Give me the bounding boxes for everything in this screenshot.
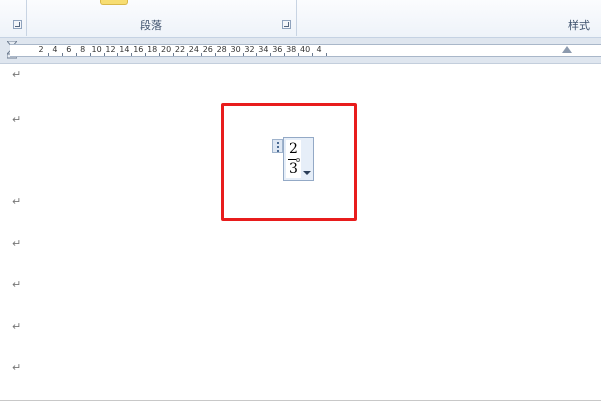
paragraph-mark: ↵ bbox=[12, 278, 22, 291]
ruler-number: 20 bbox=[161, 45, 172, 54]
page-bottom-border bbox=[0, 400, 601, 401]
ruler-tick bbox=[61, 53, 63, 56]
dialog-launcher-icon[interactable] bbox=[13, 20, 22, 29]
ruler-number: 24 bbox=[188, 45, 199, 54]
ruler-tick bbox=[242, 53, 244, 56]
right-indent-marker-icon[interactable] bbox=[562, 46, 572, 53]
paragraph-mark: ↵ bbox=[12, 113, 22, 126]
horizontal-ruler-bar: 2 4 6 8 10 12 14 16 18 20 22 24 26 28 30 32 34 36 38 40 4 bbox=[0, 38, 601, 64]
ruler-tick bbox=[228, 53, 230, 56]
ruler-tick bbox=[75, 53, 77, 56]
ruler-number: 34 bbox=[258, 45, 269, 54]
paragraph-mark: ↵ bbox=[12, 237, 22, 250]
ruler-tick bbox=[47, 53, 49, 56]
ruler-tick bbox=[186, 53, 188, 56]
ruler-number: 32 bbox=[244, 45, 255, 54]
ruler-tick bbox=[325, 53, 327, 56]
ruler-number: 4 bbox=[52, 45, 58, 54]
ruler-tick bbox=[312, 53, 314, 56]
ruler-tick bbox=[159, 53, 161, 56]
paragraph-group-label: 段落 bbox=[140, 19, 162, 32]
ruler-tick bbox=[117, 53, 119, 56]
styles-group-label: 样式 bbox=[568, 19, 590, 32]
ruler-tick bbox=[270, 53, 272, 56]
paragraph-mark: ↵ bbox=[12, 195, 22, 208]
ruler-tick bbox=[214, 53, 216, 56]
horizontal-ruler[interactable]: 2 4 6 8 10 12 14 16 18 20 22 24 26 28 30 32 34 36 38 40 4 bbox=[10, 44, 601, 57]
ribbon-highlight-button[interactable] bbox=[100, 0, 128, 5]
ruler-number: 6 bbox=[66, 45, 72, 54]
paragraph-mark: ↵ bbox=[12, 361, 22, 374]
ruler-number: 38 bbox=[286, 45, 297, 54]
ruler-number: 12 bbox=[105, 45, 116, 54]
ribbon-divider bbox=[296, 0, 297, 36]
ruler-number: 8 bbox=[80, 45, 86, 54]
ruler-tick bbox=[298, 53, 300, 56]
ruler-tick bbox=[256, 53, 258, 56]
ruler-tick bbox=[89, 53, 91, 56]
ruler-number: 16 bbox=[133, 45, 144, 54]
ruler-number: 2 bbox=[38, 45, 44, 54]
ruler-number: 14 bbox=[119, 45, 130, 54]
paragraph-mark: ↵ bbox=[12, 68, 22, 81]
ruler-number: 22 bbox=[174, 45, 186, 54]
ribbon-divider bbox=[26, 0, 27, 36]
ruler-tick bbox=[131, 53, 133, 56]
ruler-number: 26 bbox=[202, 45, 213, 54]
ruler-number: 18 bbox=[147, 45, 158, 54]
ruler-tick bbox=[200, 53, 202, 56]
ruler-number: 30 bbox=[230, 45, 241, 54]
ruler-number: 28 bbox=[216, 45, 227, 54]
ruler-number: 10 bbox=[91, 45, 102, 54]
ruler-number: 36 bbox=[272, 45, 283, 54]
ruler-tick bbox=[284, 53, 286, 56]
paragraph-mark: ↵ bbox=[12, 320, 22, 333]
ruler-number: 4 bbox=[316, 45, 322, 54]
ruler-tick bbox=[145, 53, 147, 56]
paragraph-dialog-launcher-icon[interactable] bbox=[282, 20, 291, 29]
ruler-tick bbox=[173, 53, 175, 56]
ribbon: 段落 样式 bbox=[0, 0, 601, 38]
highlight-box bbox=[221, 103, 357, 221]
ruler-tick bbox=[103, 53, 105, 56]
ruler-number: 40 bbox=[300, 45, 311, 54]
